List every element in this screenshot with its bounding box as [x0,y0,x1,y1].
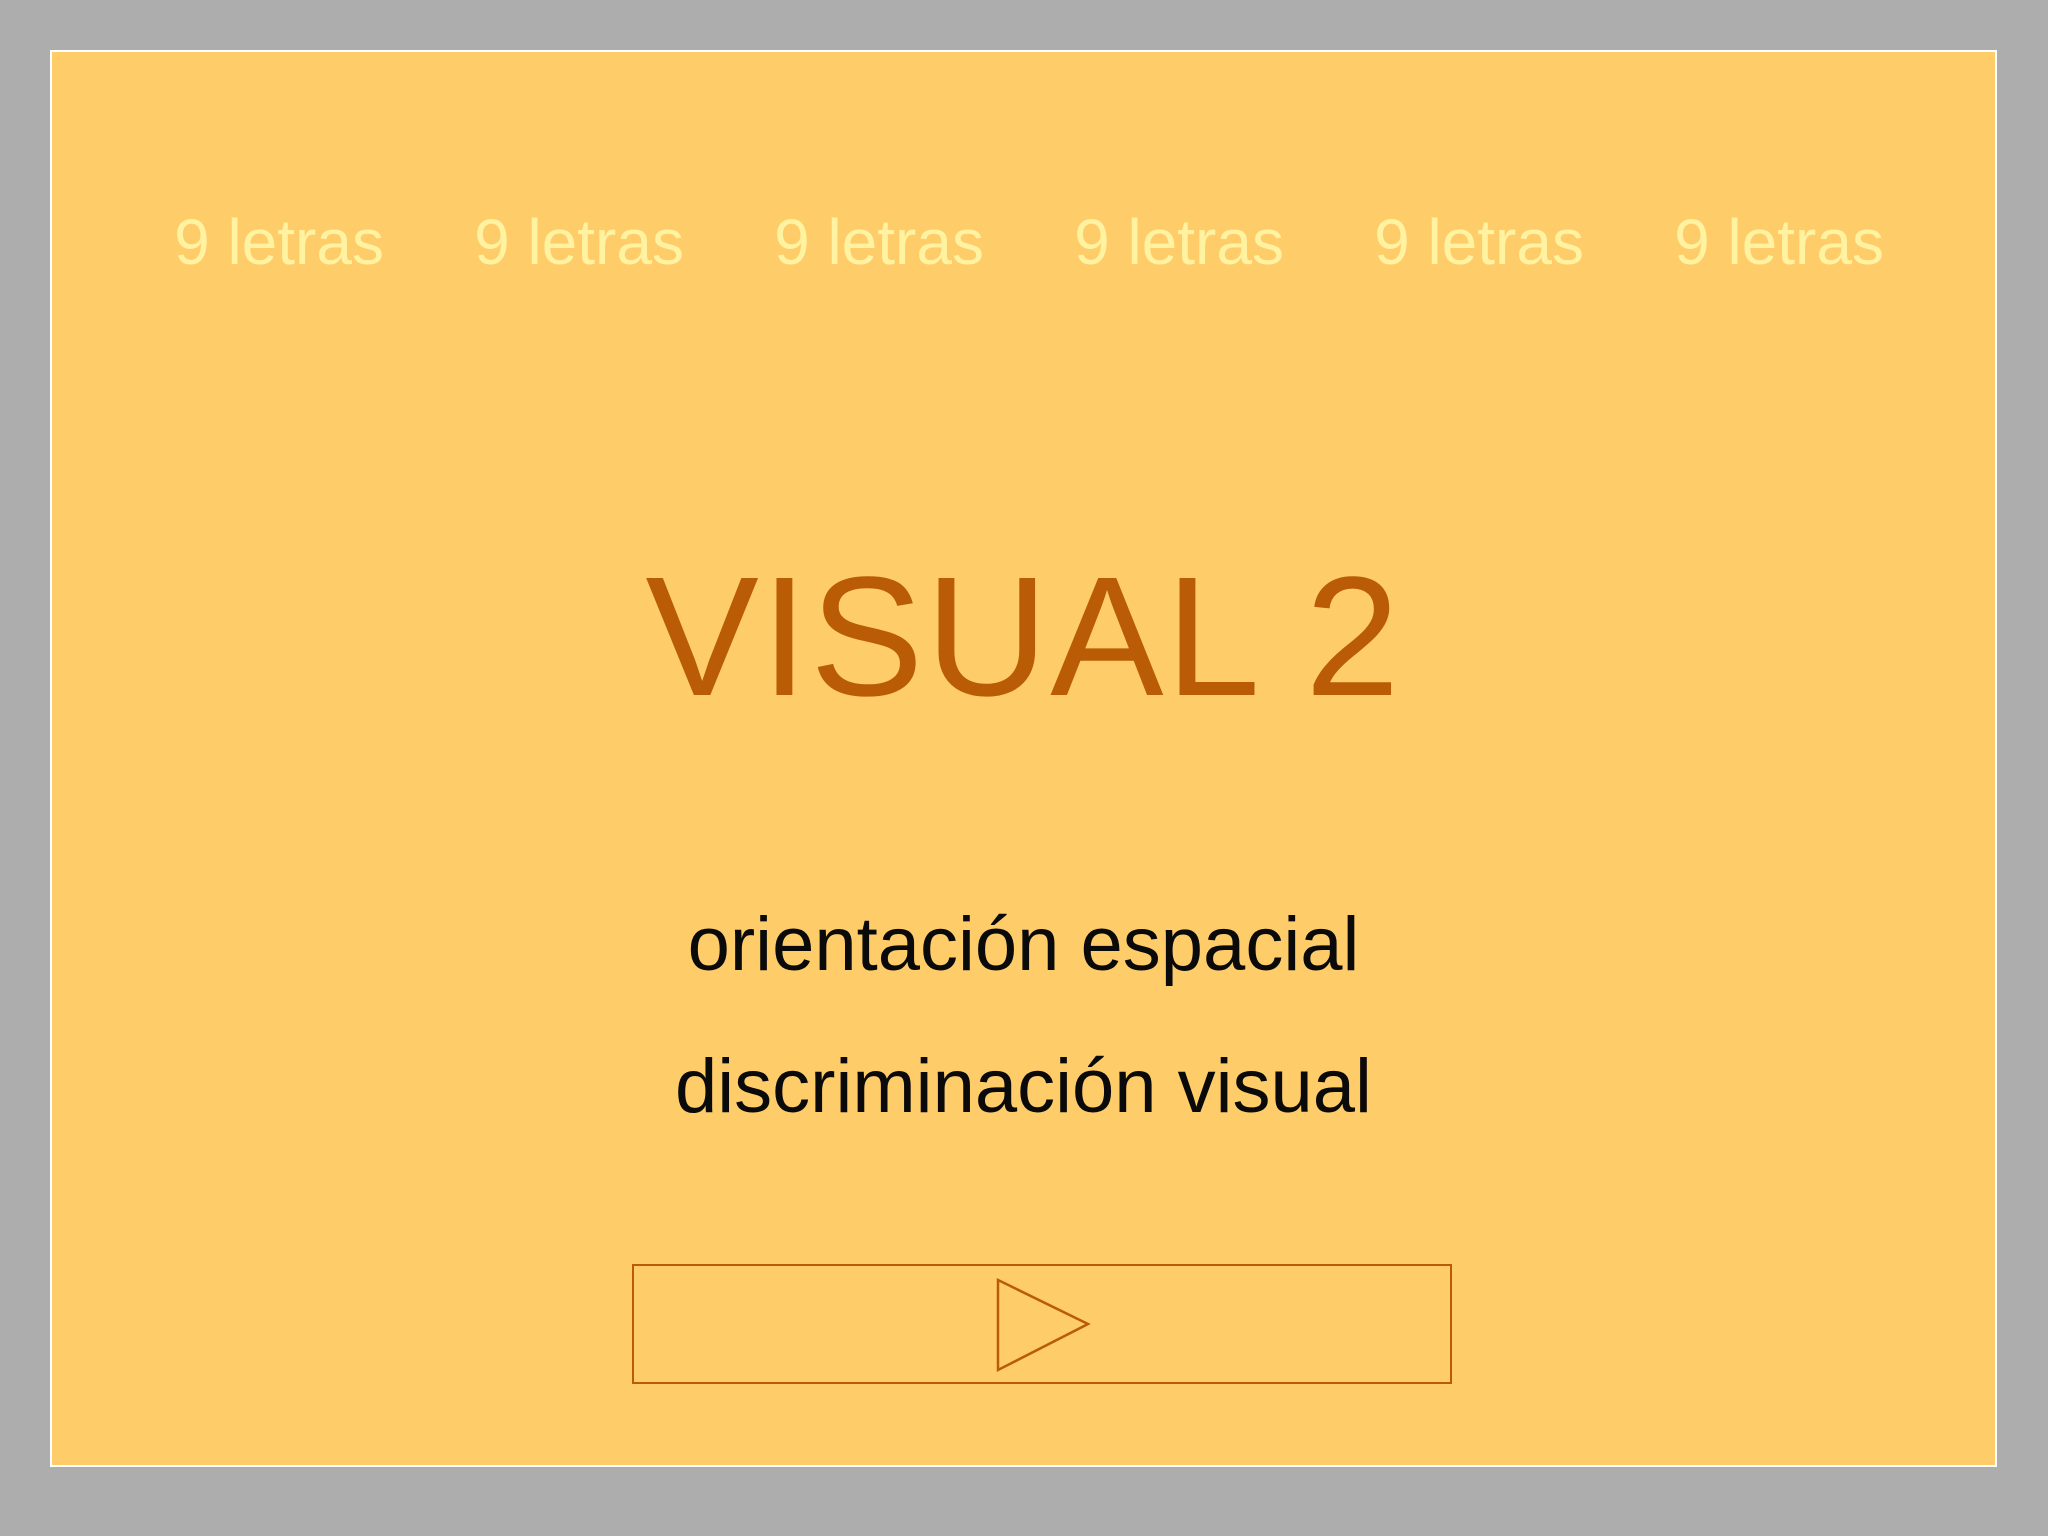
tab-9-letras-2[interactable]: 9 letras [449,192,709,292]
tab-9-letras-6[interactable]: 9 letras [1649,192,1909,292]
tab-9-letras-1[interactable]: 9 letras [149,192,409,292]
page-title: VISUAL 2 [645,542,1402,732]
play-button[interactable] [632,1264,1452,1384]
play-icon [996,1278,1091,1373]
subtitle-orientacion: orientación espacial [687,902,1360,987]
slide: 9 letras 9 letras 9 letras 9 letras 9 le… [50,50,1997,1467]
tab-9-letras-4[interactable]: 9 letras [1049,192,1309,292]
tab-bar: 9 letras 9 letras 9 letras 9 letras 9 le… [52,192,1995,292]
tab-9-letras-3[interactable]: 9 letras [749,192,1009,292]
subtitle-discriminacion: discriminación visual [675,1044,1372,1129]
tab-9-letras-5[interactable]: 9 letras [1349,192,1609,292]
